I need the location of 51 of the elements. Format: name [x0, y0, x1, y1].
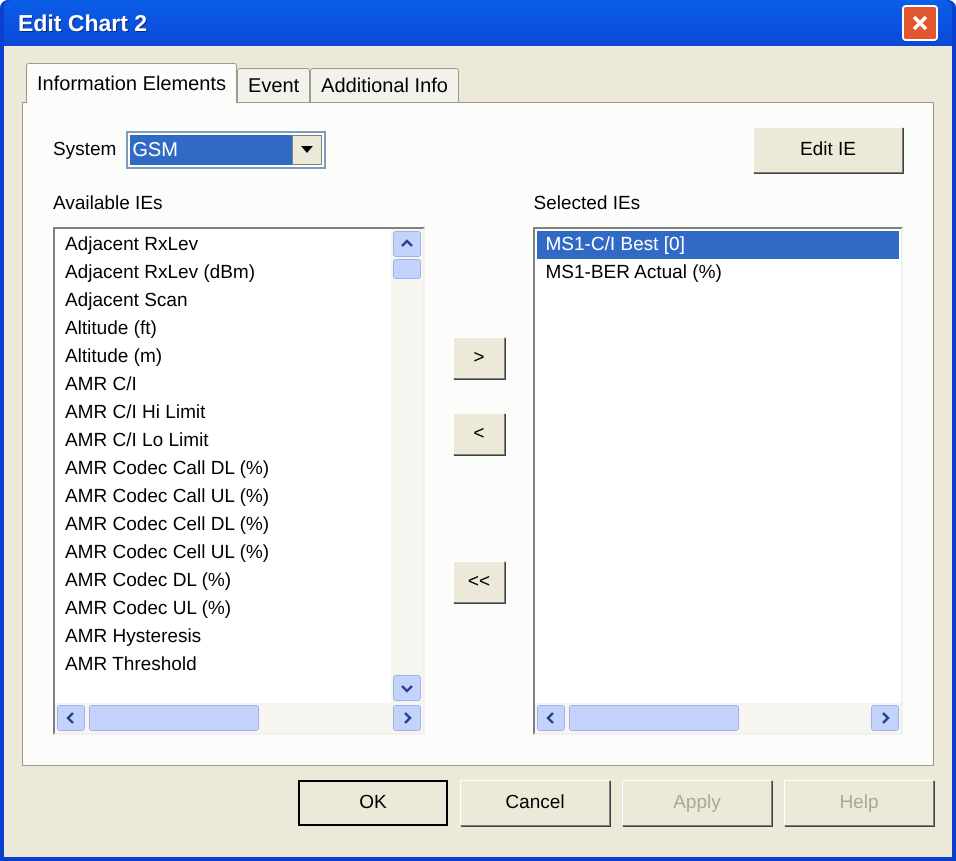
list-item[interactable]: AMR Hysteresis	[57, 623, 388, 651]
scroll-thumb[interactable]	[569, 705, 740, 731]
system-dropdown[interactable]: GSM	[126, 131, 326, 169]
scroll-down-button[interactable]	[392, 675, 420, 701]
dialog-button[interactable]: Cancel	[460, 780, 610, 826]
scroll-up-button[interactable]	[392, 231, 420, 257]
dialog-button[interactable]: OK	[298, 780, 448, 826]
move-button[interactable]: >	[452, 337, 505, 379]
list-item[interactable]: MS1-C/I Best [0]	[537, 231, 899, 259]
scroll-right-button[interactable]	[870, 705, 899, 731]
horizontal-scrollbar[interactable]	[535, 703, 901, 733]
vertical-scrollbar[interactable]	[390, 229, 422, 703]
caret-icon	[301, 146, 314, 154]
dropdown-arrow-button[interactable]	[292, 135, 322, 165]
available-ies-label: Available IEs	[53, 192, 164, 216]
list-item[interactable]: Adjacent RxLev (dBm)	[57, 259, 388, 287]
list-item[interactable]: Adjacent RxLev	[57, 231, 388, 259]
list-item[interactable]: Altitude (m)	[57, 343, 388, 371]
horizontal-scrollbar[interactable]	[55, 703, 422, 733]
edit-ie-button[interactable]: Edit IE	[753, 127, 903, 173]
tab[interactable]: Information Elements	[26, 63, 237, 103]
list-item[interactable]: AMR Codec Call UL (%)	[57, 483, 388, 511]
selected-ies-label: Selected IEs	[533, 192, 642, 216]
tab[interactable]: Additional Info	[310, 68, 459, 102]
list-item[interactable]: AMR Codec Call DL (%)	[57, 455, 388, 483]
scroll-thumb[interactable]	[89, 705, 259, 731]
list-box[interactable]	[53, 227, 424, 735]
scroll-right-button[interactable]	[392, 705, 420, 731]
close-button[interactable]	[902, 5, 938, 41]
scroll-left-button[interactable]	[57, 705, 85, 731]
list-item[interactable]: Altitude (ft)	[57, 315, 388, 343]
list-item[interactable]: AMR C/I Lo Limit	[57, 427, 388, 455]
list-item[interactable]: AMR Codec Cell DL (%)	[57, 511, 388, 539]
list-item[interactable]: MS1-BER Actual (%)	[537, 259, 899, 287]
close-icon	[910, 13, 930, 33]
list-item[interactable]: AMR Codec UL (%)	[57, 595, 388, 623]
move-button[interactable]: <	[452, 413, 505, 455]
list-box[interactable]: MS1-C/I Best [0] MS1-BER Actual (%)	[533, 227, 903, 735]
list-item[interactable]: AMR C/I	[57, 371, 388, 399]
scroll-thumb[interactable]	[392, 259, 420, 279]
list-item[interactable]: Adjacent Scan	[57, 287, 388, 315]
dropdown-value: GSM	[130, 135, 292, 165]
window-title: Edit Chart 2	[18, 8, 148, 38]
move-button[interactable]: <<	[452, 561, 505, 603]
system-label: System	[53, 138, 116, 162]
scroll-left-button[interactable]	[537, 705, 566, 731]
list-item[interactable]: AMR Threshold	[57, 651, 388, 679]
tab[interactable]: Event	[236, 68, 310, 102]
list-item[interactable]: AMR C/I Hi Limit	[57, 399, 388, 427]
list-item[interactable]: AMR Codec Cell UL (%)	[57, 539, 388, 567]
list-item[interactable]: AMR Codec DL (%)	[57, 567, 388, 595]
